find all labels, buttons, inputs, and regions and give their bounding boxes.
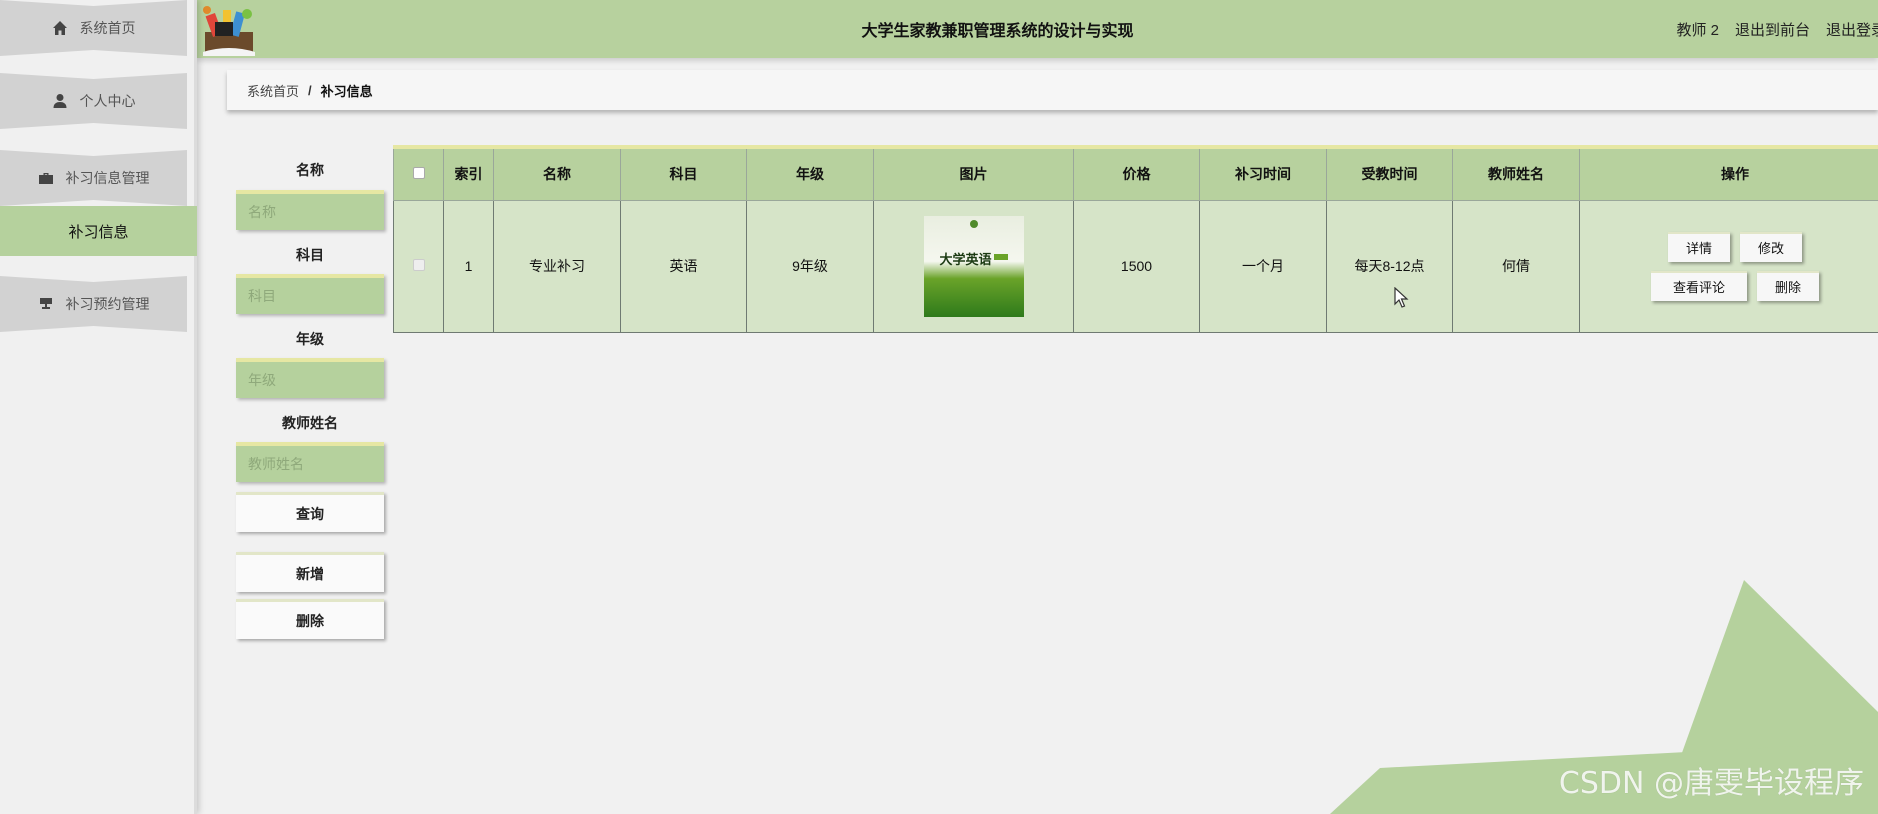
book-cover-title: 大学英语 bbox=[939, 252, 992, 268]
cell-actions: 详情 修改 查看评论 删除 bbox=[1579, 199, 1878, 333]
top-header: 大学生家教兼职管理系统的设计与实现 教师 2 退出到前台 退出登录 bbox=[197, 0, 1878, 58]
column-header: 图片 bbox=[873, 146, 1074, 201]
column-header: 操作 bbox=[1579, 146, 1878, 201]
data-table: 索引 名称 科目 年级 图片 价格 补习时间 受教时间 教师姓名 操作 1 专业… bbox=[393, 145, 1878, 333]
batch-delete-button[interactable]: 删除 bbox=[236, 599, 384, 639]
grade-input[interactable] bbox=[236, 358, 384, 398]
sidebar-subitem-label: 补习信息 bbox=[68, 223, 129, 241]
briefcase-icon bbox=[38, 170, 54, 186]
column-header: 价格 bbox=[1073, 146, 1200, 201]
cell-image: 大学英语 bbox=[873, 199, 1074, 333]
breadcrumb-current: 补习信息 bbox=[320, 83, 373, 99]
cell-teacher: 何倩 bbox=[1452, 199, 1580, 333]
desk-icon bbox=[38, 296, 54, 312]
edit-button[interactable]: 修改 bbox=[1740, 231, 1803, 262]
sidebar-subitem-tutoring-info[interactable]: 补习信息 bbox=[0, 206, 197, 256]
cell-index: 1 bbox=[443, 199, 494, 333]
user-icon bbox=[52, 93, 68, 109]
query-button[interactable]: 查询 bbox=[236, 492, 384, 532]
view-comments-button[interactable]: 查看评论 bbox=[1650, 270, 1747, 301]
sidebar-item-tutoring-management[interactable]: 补习信息管理 bbox=[0, 150, 187, 206]
subject-label: 科目 bbox=[296, 247, 324, 263]
sidebar-item-label: 个人中心 bbox=[79, 93, 136, 109]
column-header: 名称 bbox=[493, 146, 621, 201]
table-row: 1 专业补习 英语 9年级 大学英语 1500 一个月 每天8-12点 何倩 详… bbox=[393, 199, 1878, 333]
sidebar-item-label: 补习信息管理 bbox=[65, 170, 150, 186]
user-menu: 教师 2 退出到前台 退出登录 bbox=[1676, 0, 1878, 58]
book-cover-image: 大学英语 bbox=[923, 215, 1024, 317]
cell-schedule: 每天8-12点 bbox=[1326, 199, 1453, 333]
row-checkbox[interactable] bbox=[412, 259, 425, 271]
subject-input[interactable] bbox=[236, 274, 384, 314]
sidebar: 系统首页 个人中心 补习信息管理 补习信息 补习预约管理 bbox=[0, 0, 197, 814]
action-buttons: 详情 修改 查看评论 删除 bbox=[1580, 231, 1878, 301]
name-label: 名称 bbox=[296, 162, 324, 178]
sidebar-item-label: 系统首页 bbox=[79, 20, 136, 36]
sidebar-item-booking-management[interactable]: 补习预约管理 bbox=[0, 276, 187, 332]
column-header: 年级 bbox=[746, 146, 874, 201]
home-icon bbox=[52, 20, 68, 36]
name-input[interactable] bbox=[236, 190, 384, 230]
current-user: 教师 2 bbox=[1676, 21, 1719, 39]
watermark: CSDN @唐雯毕设程序 bbox=[1558, 766, 1864, 801]
add-button[interactable]: 新增 bbox=[236, 552, 384, 592]
column-header: 索引 bbox=[443, 146, 494, 201]
logout-link[interactable]: 退出登录 bbox=[1826, 19, 1878, 40]
column-header: 补习时间 bbox=[1199, 146, 1327, 201]
sidebar-item-profile[interactable]: 个人中心 bbox=[0, 73, 187, 129]
background-decoration bbox=[1330, 580, 1878, 814]
table-header-row: 索引 名称 科目 年级 图片 价格 补习时间 受教时间 教师姓名 操作 bbox=[393, 146, 1878, 201]
select-all-checkbox[interactable] bbox=[412, 167, 425, 180]
breadcrumb-separator: / bbox=[308, 82, 312, 98]
mouse-cursor-icon bbox=[1394, 287, 1409, 308]
column-header: 受教时间 bbox=[1326, 146, 1453, 201]
cell-subject: 英语 bbox=[620, 199, 747, 333]
cell-duration: 一个月 bbox=[1199, 199, 1327, 333]
cell-name: 专业补习 bbox=[493, 199, 621, 333]
cell-price: 1500 bbox=[1073, 199, 1200, 333]
teacher-name-label: 教师姓名 bbox=[282, 415, 338, 431]
app-title: 大学生家教兼职管理系统的设计与实现 bbox=[861, 23, 1134, 40]
column-header: 科目 bbox=[620, 146, 747, 201]
book-edition-tag bbox=[993, 253, 1008, 260]
teacher-name-input[interactable] bbox=[236, 442, 384, 482]
sidebar-item-home[interactable]: 系统首页 bbox=[0, 0, 187, 56]
grade-label: 年级 bbox=[296, 331, 324, 347]
row-delete-button[interactable]: 删除 bbox=[1757, 270, 1820, 301]
detail-button[interactable]: 详情 bbox=[1667, 231, 1730, 262]
exit-to-front-link[interactable]: 退出到前台 bbox=[1735, 19, 1810, 40]
sidebar-item-label: 补习预约管理 bbox=[65, 296, 150, 312]
breadcrumb-home[interactable]: 系统首页 bbox=[247, 81, 299, 100]
cell-grade: 9年级 bbox=[746, 199, 874, 333]
book-emblem bbox=[969, 219, 978, 228]
column-header: 教师姓名 bbox=[1452, 146, 1580, 201]
select-all-cell[interactable] bbox=[393, 146, 444, 201]
row-select-cell[interactable] bbox=[393, 199, 444, 333]
breadcrumb: 系统首页 / 补习信息 bbox=[227, 70, 1878, 110]
